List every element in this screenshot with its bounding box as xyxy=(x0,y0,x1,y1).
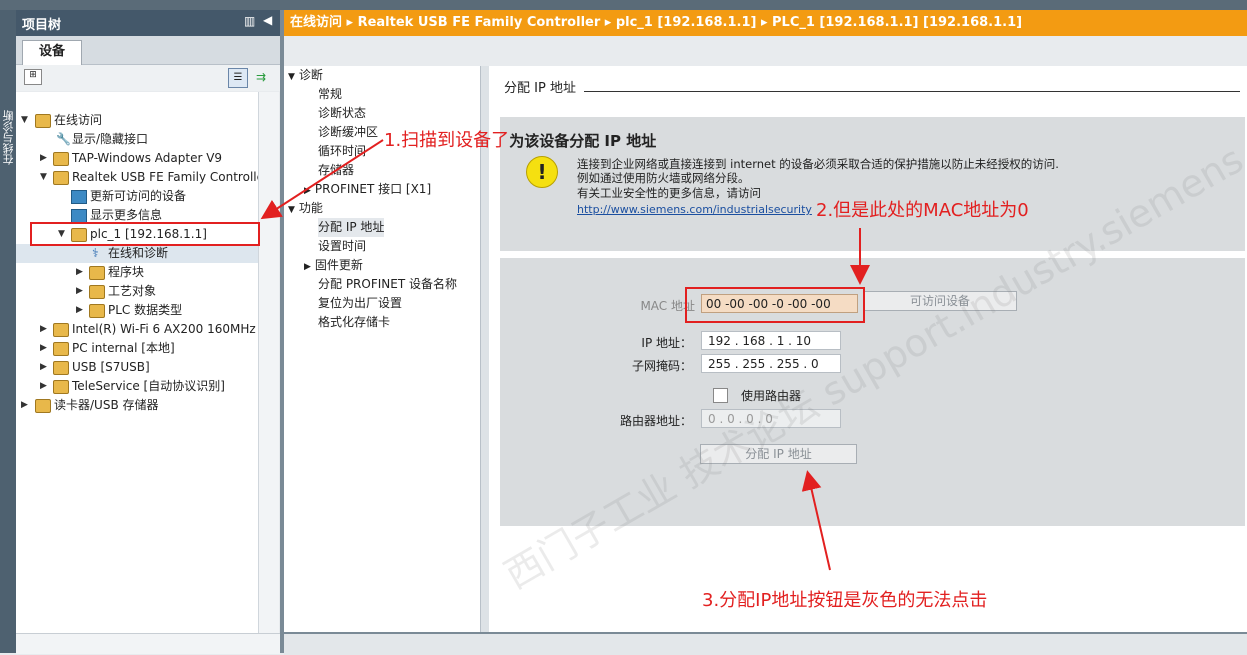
arrow-to-assign-button xyxy=(801,470,831,571)
arrow-to-plc xyxy=(260,139,384,220)
annotation-arrows xyxy=(260,139,870,571)
